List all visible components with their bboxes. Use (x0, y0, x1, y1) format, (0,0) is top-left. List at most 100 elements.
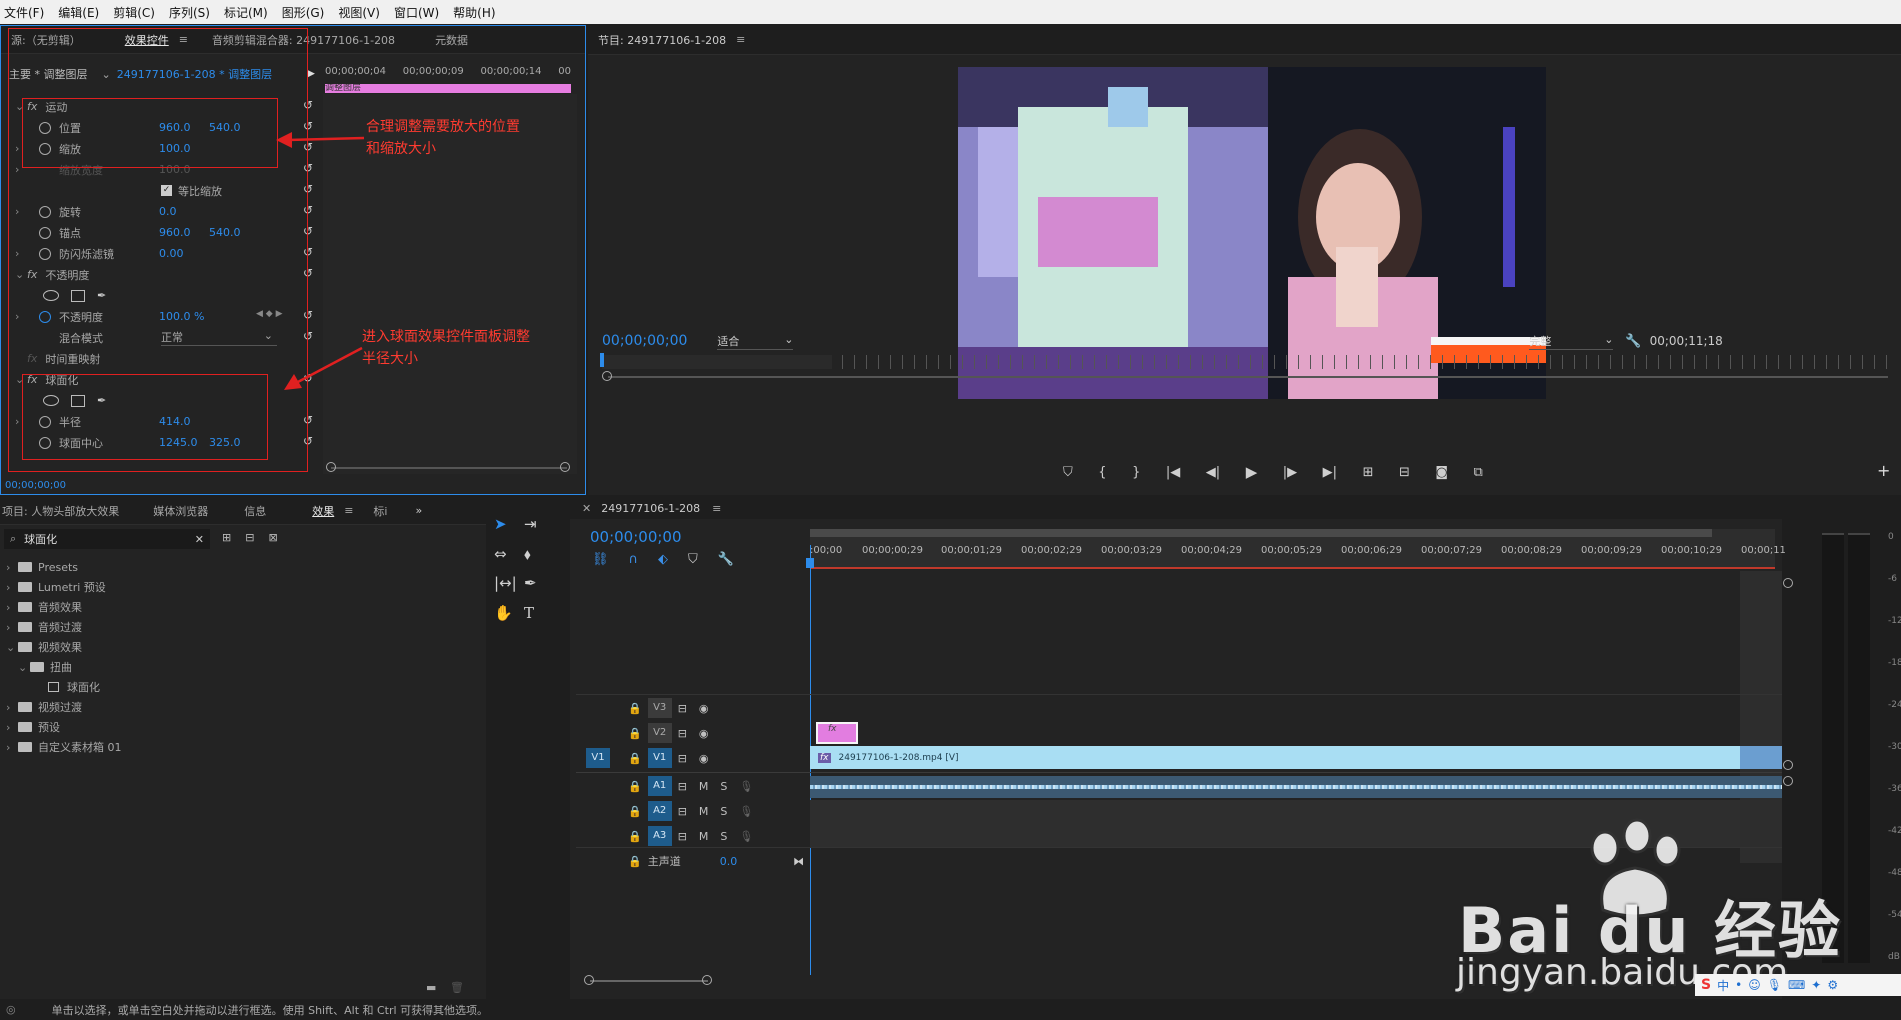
sequence-tab[interactable]: 249177106-1-208 (601, 502, 700, 515)
go-to-out-icon[interactable]: ▶| (1323, 465, 1337, 480)
clear-search-icon[interactable]: ✕ (195, 533, 204, 546)
mute-button[interactable]: M (699, 830, 709, 843)
tab-effects[interactable]: 效果 (302, 503, 344, 519)
play-icon[interactable]: ▶ (1246, 463, 1258, 481)
sync-lock-icon[interactable]: ⊟ (678, 830, 687, 843)
fit-select[interactable]: 适合 ⌄ (717, 333, 794, 350)
master-volume-value[interactable]: 0.0 (720, 855, 738, 868)
panel-menu-icon[interactable]: ≡ (712, 502, 721, 515)
tab-markers[interactable]: 标i (363, 503, 397, 519)
adjustment-layer-clip[interactable]: fx (816, 722, 858, 744)
mini-zoom-scrollbar[interactable] (331, 467, 567, 469)
lock-icon[interactable]: 🔒 (628, 752, 642, 765)
sync-lock-icon[interactable]: ⊟ (678, 805, 687, 818)
mini-scroll-handle-right[interactable] (560, 462, 570, 472)
tree-item-presets[interactable]: › Presets (6, 557, 476, 577)
video-clip-tail[interactable] (1740, 746, 1782, 769)
sync-lock-icon[interactable]: ⊟ (678, 780, 687, 793)
scroll-handle-right[interactable] (702, 975, 712, 985)
sync-lock-icon[interactable]: ⊟ (678, 727, 687, 740)
lock-icon[interactable]: 🔒 (628, 780, 642, 793)
emoji-icon[interactable]: ☺ (1748, 978, 1761, 992)
menu-graphics[interactable]: 图形(G) (282, 4, 325, 21)
new-bin-icon[interactable]: ▬ (426, 981, 436, 994)
mini-scroll-handle-left[interactable] (326, 462, 336, 472)
audio-clip-a1[interactable] (810, 776, 1782, 798)
mic-icon[interactable]: 🎙 (739, 805, 753, 818)
tree-item-video-effects[interactable]: ⌄ 视频效果 (6, 637, 476, 657)
search-input[interactable]: 球面化 (24, 531, 195, 547)
more-tabs-icon[interactable]: » (415, 504, 422, 517)
lock-icon[interactable]: 🔒 (628, 855, 642, 868)
playhead-marker[interactable] (600, 353, 604, 367)
program-title[interactable]: 节目: 249177106-1-208 (588, 32, 736, 48)
tab-project[interactable]: 项目: 人物头部放大效果 (0, 503, 129, 519)
mic-icon[interactable]: 🎙 (1767, 978, 1782, 992)
razor-tool-icon[interactable]: ⬧ (524, 545, 554, 567)
pen-tool-icon[interactable]: ✒ (524, 574, 554, 596)
program-zoom-bar[interactable] (608, 376, 1888, 378)
lock-icon[interactable]: 🔒 (628, 702, 642, 715)
effects-search-box[interactable]: ⌕ 球面化 ✕ (4, 529, 210, 549)
tree-item-custom-bin[interactable]: › 自定义素材箱 01 (6, 737, 476, 757)
mute-button[interactable]: M (699, 780, 709, 793)
mark-in-icon[interactable]: { (1098, 465, 1106, 480)
mute-button[interactable]: M (699, 805, 709, 818)
lock-icon[interactable]: 🔒 (628, 805, 642, 818)
work-area-bar[interactable] (810, 529, 1712, 537)
menu-edit[interactable]: 编辑(E) (58, 4, 99, 21)
compare-icon[interactable]: ⧉ (1474, 465, 1483, 480)
ripple-edit-tool-icon[interactable]: ⇔ (494, 545, 524, 567)
tree-item-lumetri[interactable]: › Lumetri 预设 (6, 577, 476, 597)
eye-icon[interactable]: ◉ (699, 752, 709, 765)
tree-item-video-transitions[interactable]: › 视频过渡 (6, 697, 476, 717)
close-icon[interactable]: ✕ (582, 502, 591, 515)
solo-button[interactable]: S (720, 780, 727, 793)
tab-metadata[interactable]: 元数据 (425, 32, 478, 48)
track-target-v3[interactable]: V3 (647, 698, 672, 718)
sync-lock-icon[interactable]: ⊟ (678, 702, 687, 715)
menu-clip[interactable]: 剪辑(C) (113, 4, 155, 21)
eye-icon[interactable]: ◉ (699, 702, 709, 715)
quality-select[interactable]: 完整 ⌄ (1529, 333, 1614, 350)
go-to-in-icon[interactable]: |◀ (1166, 465, 1180, 480)
step-forward-icon[interactable]: |▶ (1283, 465, 1297, 480)
panel-menu-icon[interactable]: ≡ (736, 33, 745, 46)
scroll-handle-left[interactable] (584, 975, 594, 985)
track-target-a3[interactable]: A3 (647, 826, 672, 846)
add-marker-icon[interactable]: ⛉ (688, 552, 698, 567)
solo-button[interactable]: S (720, 830, 727, 843)
track-target-a1[interactable]: A1 (647, 776, 672, 796)
lock-icon[interactable]: 🔒 (628, 727, 642, 740)
add-marker-icon[interactable]: ⛉ (1063, 465, 1073, 480)
track-target-a2[interactable]: A2 (647, 801, 672, 821)
menu-file[interactable]: 文件(F) (4, 4, 44, 21)
track-target-v2[interactable]: V2 (647, 723, 672, 743)
wrench-icon[interactable]: 🔧 (1625, 334, 1641, 349)
menu-sequence[interactable]: 序列(S) (169, 4, 210, 21)
video-clip-v1[interactable]: fx 249177106-1-208.mp4 [V] (810, 746, 1740, 769)
tab-info[interactable]: 信息 (234, 503, 276, 519)
solo-button[interactable]: S (720, 805, 727, 818)
step-back-icon[interactable]: ◀| (1206, 465, 1220, 480)
go-to-end-icon[interactable]: ⧓ (793, 855, 804, 868)
tree-item-distort[interactable]: ⌄ 扭曲 (6, 657, 476, 677)
tree-item-audio-effects[interactable]: › 音频效果 (6, 597, 476, 617)
timeline-settings-wrench-icon[interactable]: 🔧 (718, 552, 734, 567)
nest-toggle-icon[interactable]: ⛓ (592, 552, 609, 567)
32bit-effects-icon[interactable]: ⊟ (245, 531, 254, 544)
timeline-h-scrollbar[interactable] (590, 980, 708, 982)
add-button-icon[interactable]: + (1877, 461, 1890, 480)
zoom-handle-left[interactable] (602, 371, 612, 381)
menu-marker[interactable]: 标记(M) (224, 4, 268, 21)
sogou-ime-icon[interactable]: S (1701, 977, 1711, 993)
camera-icon[interactable]: ◙ (1435, 465, 1448, 480)
type-tool-icon[interactable]: T (524, 604, 554, 626)
playhead-head[interactable] (806, 558, 814, 568)
tree-item-spherize[interactable]: 球面化 (6, 677, 476, 697)
timeline-timecode[interactable]: 00;00;00;00 (590, 528, 682, 546)
menu-view[interactable]: 视图(V) (338, 4, 380, 21)
mini-clip-bar[interactable]: 调整图层 (325, 84, 571, 93)
program-scrubber[interactable] (602, 355, 1892, 369)
settings-icon[interactable]: ⚙ (1827, 978, 1838, 992)
